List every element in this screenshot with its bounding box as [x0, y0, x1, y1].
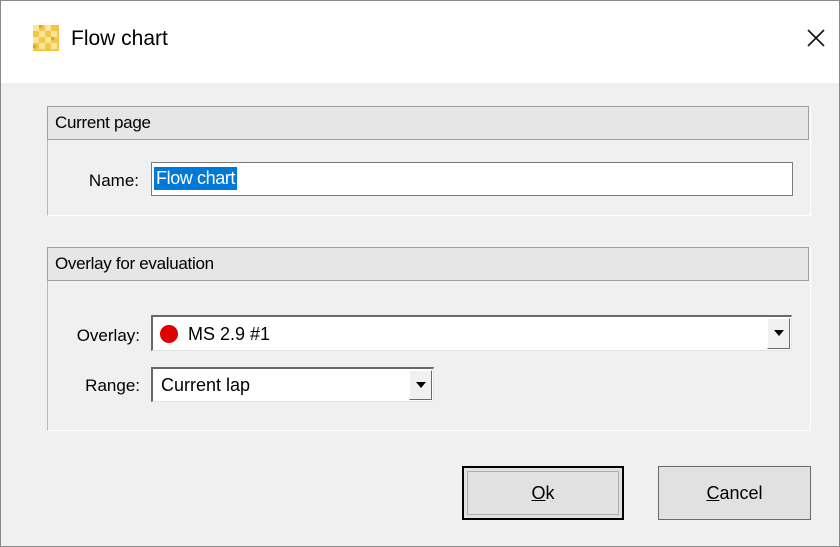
- name-field-value: Flow chart: [154, 167, 238, 190]
- overlay-group: Overlay for evaluation Overlay: MS 2.9 #…: [47, 247, 811, 431]
- name-label: Name:: [88, 171, 139, 190]
- title-bar[interactable]: Flow chart: [1, 1, 839, 83]
- cancel-label-rest: ancel: [719, 483, 763, 503]
- close-icon[interactable]: [801, 23, 831, 53]
- dialog-window: Flow chart Current page Name: Flow chart…: [0, 0, 840, 547]
- range-select[interactable]: Current lap: [151, 367, 434, 402]
- ok-button[interactable]: Ok: [462, 466, 624, 520]
- red-dot-icon: [160, 325, 178, 343]
- overlay-select-value: MS 2.9 #1: [188, 324, 271, 344]
- overlay-label: Overlay:: [76, 326, 140, 345]
- cancel-button-label: Cancel: [706, 483, 762, 503]
- current-page-header: Current page: [47, 106, 809, 140]
- chevron-down-icon[interactable]: [767, 318, 790, 349]
- ok-label-rest: k: [545, 483, 555, 503]
- name-field[interactable]: Flow chart: [151, 162, 793, 196]
- range-select-value: Current lap: [161, 375, 251, 395]
- overlay-header-label: Overlay for evaluation: [55, 254, 214, 273]
- current-page-group: Current page Name: Flow chart: [47, 106, 811, 216]
- chevron-down-icon[interactable]: [409, 370, 432, 400]
- overlay-select[interactable]: MS 2.9 #1: [151, 315, 792, 351]
- cancel-button[interactable]: Cancel: [658, 466, 811, 520]
- cancel-mnemonic: C: [706, 483, 720, 503]
- flag-icon: [33, 25, 59, 51]
- ok-button-label: Ok: [531, 483, 554, 503]
- ok-mnemonic: O: [531, 483, 546, 503]
- current-page-header-label: Current page: [55, 113, 151, 132]
- window-title: Flow chart: [71, 27, 168, 50]
- overlay-header: Overlay for evaluation: [47, 247, 809, 281]
- range-label: Range:: [85, 376, 140, 395]
